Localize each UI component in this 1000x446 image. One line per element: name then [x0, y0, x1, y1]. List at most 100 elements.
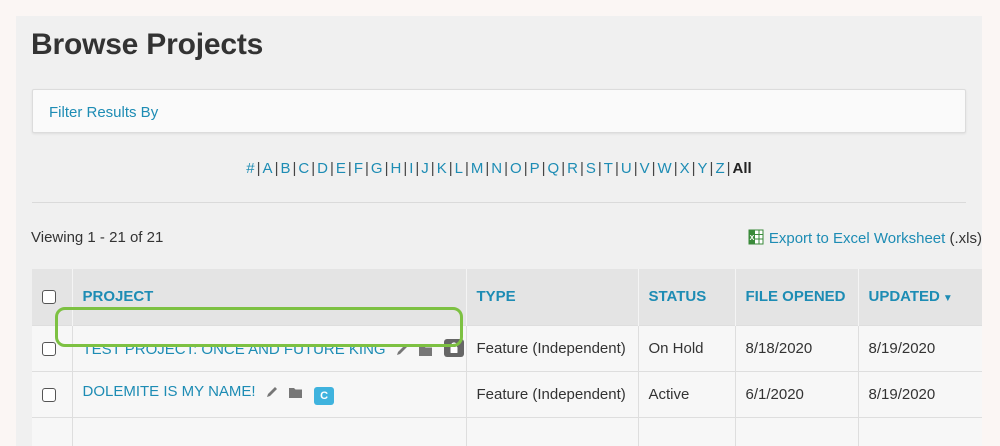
divider [32, 202, 966, 203]
c-badge: C [314, 387, 335, 405]
row-select-cell [32, 324, 73, 371]
alpha-separator: | [403, 160, 408, 177]
excel-icon: X [748, 229, 764, 245]
table-header-row: PROJECT TYPE STATUS FILE OPENED UPDATED ▼ [32, 269, 982, 325]
folder-icon[interactable] [418, 344, 433, 357]
export-excel-link[interactable]: Export to Excel Worksheet [769, 230, 945, 247]
file-opened-cell: 6/1/2020 [735, 370, 859, 417]
alpha-link-w[interactable]: W [658, 160, 672, 177]
export-format-suffix: (.xls) [945, 230, 982, 247]
alpha-link-b[interactable]: B [280, 160, 290, 177]
alpha-separator: | [311, 160, 316, 177]
alpha-link-r[interactable]: R [567, 160, 578, 177]
alpha-link-o[interactable]: O [510, 160, 522, 177]
filter-results-box[interactable]: Filter Results By [32, 89, 966, 133]
alpha-link-m[interactable]: M [471, 160, 484, 177]
alpha-separator: | [415, 160, 420, 177]
status-cell: Active [638, 370, 736, 417]
updated-cell: 8/19/2020 [858, 324, 982, 371]
alpha-separator: | [504, 160, 509, 177]
row-checkbox[interactable] [42, 341, 56, 356]
viewing-count: Viewing 1 - 21 of 21 [31, 229, 164, 246]
project-link[interactable]: DOLEMITE IS MY NAME! [83, 383, 256, 400]
alpha-separator: | [448, 160, 453, 177]
alpha-separator: | [691, 160, 696, 177]
pencil-icon[interactable] [265, 385, 279, 399]
alpha-link-p[interactable]: P [530, 160, 540, 177]
filter-results-label[interactable]: Filter Results By [49, 104, 158, 121]
column-header-updated-label: UPDATED [868, 288, 940, 306]
alpha-separator: | [364, 160, 369, 177]
alpha-link-f[interactable]: F [354, 160, 363, 177]
alpha-separator: | [430, 160, 435, 177]
alpha-separator: | [384, 160, 389, 177]
project-cell [72, 416, 467, 446]
alpha-separator: | [709, 160, 714, 177]
alpha-separator: | [523, 160, 528, 177]
alpha-link-v[interactable]: V [640, 160, 650, 177]
status-cell: On Hold [638, 324, 736, 371]
alpha-separator: | [561, 160, 566, 177]
column-header-status[interactable]: STATUS [638, 269, 736, 325]
table-row [32, 416, 982, 446]
alpha-link-a[interactable]: A [263, 160, 273, 177]
column-header-updated[interactable]: UPDATED ▼ [858, 269, 982, 325]
row-checkbox[interactable] [42, 387, 56, 402]
alpha-link-q[interactable]: Q [548, 160, 560, 177]
alpha-link-s[interactable]: S [586, 160, 596, 177]
alpha-link-k[interactable]: K [437, 160, 447, 177]
updated-cell [858, 416, 982, 446]
lock-icon [444, 338, 465, 357]
alpha-separator: | [633, 160, 638, 177]
alpha-link-e[interactable]: E [336, 160, 346, 177]
alpha-separator: | [579, 160, 584, 177]
status-cell [638, 416, 736, 446]
alpha-separator: | [464, 160, 469, 177]
caret-down-icon: ▼ [942, 293, 953, 305]
project-link[interactable]: TEST PROJECT: ONCE AND FUTURE KING [83, 341, 386, 358]
column-header-project[interactable]: PROJECT [72, 269, 467, 325]
type-cell [466, 416, 639, 446]
export-excel[interactable]: X Export to Excel Worksheet (.xls) [748, 229, 982, 247]
pencil-icon[interactable] [395, 343, 409, 357]
row-select-cell [32, 416, 73, 446]
file-opened-cell: 8/18/2020 [735, 324, 859, 371]
svg-text:X: X [750, 235, 755, 242]
alpha-link-d[interactable]: D [317, 160, 328, 177]
alpha-link-t[interactable]: T [604, 160, 613, 177]
browse-projects-panel: Browse Projects Filter Results By # | A | B |… [16, 16, 982, 446]
alpha-link-all[interactable]: All [733, 160, 752, 177]
project-cell: TEST PROJECT: ONCE AND FUTURE KING [72, 324, 467, 371]
alpha-link-x[interactable]: X [680, 160, 690, 177]
alpha-separator: | [347, 160, 352, 177]
file-opened-cell [735, 416, 859, 446]
alpha-link-g[interactable]: G [371, 160, 383, 177]
alpha-separator: | [726, 160, 731, 177]
projects-table: PROJECT TYPE STATUS FILE OPENED UPDATED ▼… [32, 269, 982, 446]
alpha-separator: | [673, 160, 678, 177]
alpha-separator: | [274, 160, 279, 177]
alpha-link-n[interactable]: N [491, 160, 502, 177]
alpha-link-z[interactable]: Z [715, 160, 724, 177]
alpha-separator: | [329, 160, 334, 177]
type-cell: Feature (Independent) [466, 324, 639, 371]
alpha-link-y[interactable]: Y [698, 160, 708, 177]
updated-cell: 8/19/2020 [858, 370, 982, 417]
alpha-separator: | [485, 160, 490, 177]
alpha-link-i[interactable]: I [409, 160, 413, 177]
column-header-file-opened[interactable]: FILE OPENED [735, 269, 859, 325]
alpha-separator: | [614, 160, 619, 177]
folder-icon[interactable] [288, 386, 303, 399]
alpha-link-c[interactable]: C [298, 160, 309, 177]
row-select-cell [32, 370, 73, 417]
column-header-type[interactable]: TYPE [466, 269, 639, 325]
table-row: DOLEMITE IS MY NAME! C Feature (Independ… [32, 370, 982, 417]
alpha-link-u[interactable]: U [621, 160, 632, 177]
alpha-separator: | [597, 160, 602, 177]
alpha-link-hash[interactable]: # [246, 160, 254, 177]
alpha-link-l[interactable]: L [455, 160, 463, 177]
alpha-link-j[interactable]: J [421, 160, 429, 177]
select-all-checkbox[interactable] [42, 290, 56, 305]
alpha-separator: | [292, 160, 297, 177]
alpha-link-h[interactable]: H [390, 160, 401, 177]
